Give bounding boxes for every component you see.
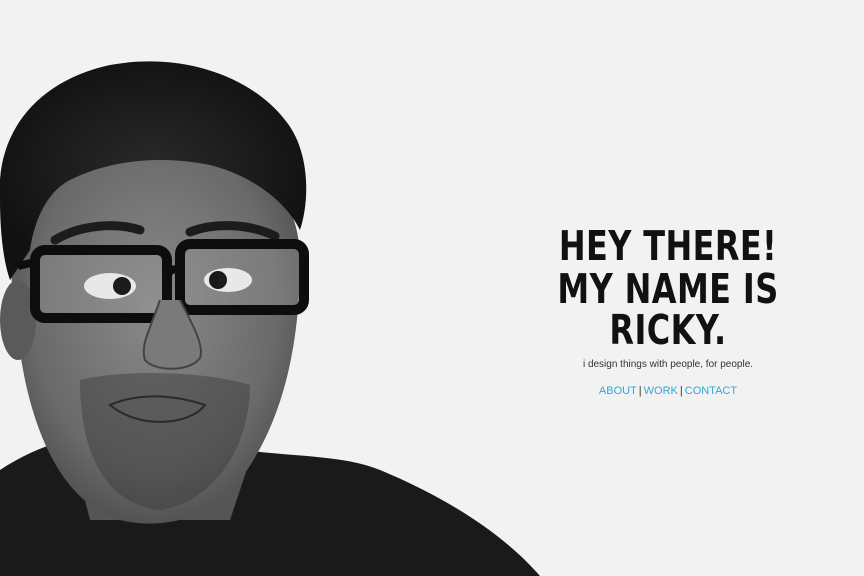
nav-separator: | xyxy=(679,385,683,397)
nav-link-contact[interactable]: CONTACT xyxy=(685,385,737,397)
nav-link-work[interactable]: WORK xyxy=(644,385,678,397)
headline-line-2: MY NAME IS RICKY. xyxy=(557,265,779,354)
portrait-illustration xyxy=(0,61,540,576)
headline-line-1: HEY THERE! xyxy=(558,222,778,270)
glasses-arm xyxy=(17,258,36,270)
tagline: i design things with people, for people. xyxy=(582,359,754,370)
main-nav: ABOUT | WORK | CONTACT xyxy=(480,385,856,397)
nav-link-about[interactable]: ABOUT xyxy=(599,385,637,397)
portrait-photo xyxy=(0,0,560,576)
hero-section: HEY THERE! MY NAME IS RICKY. i design th… xyxy=(480,226,856,398)
headline: HEY THERE! MY NAME IS RICKY. xyxy=(521,226,814,351)
nav-separator: | xyxy=(638,385,642,397)
